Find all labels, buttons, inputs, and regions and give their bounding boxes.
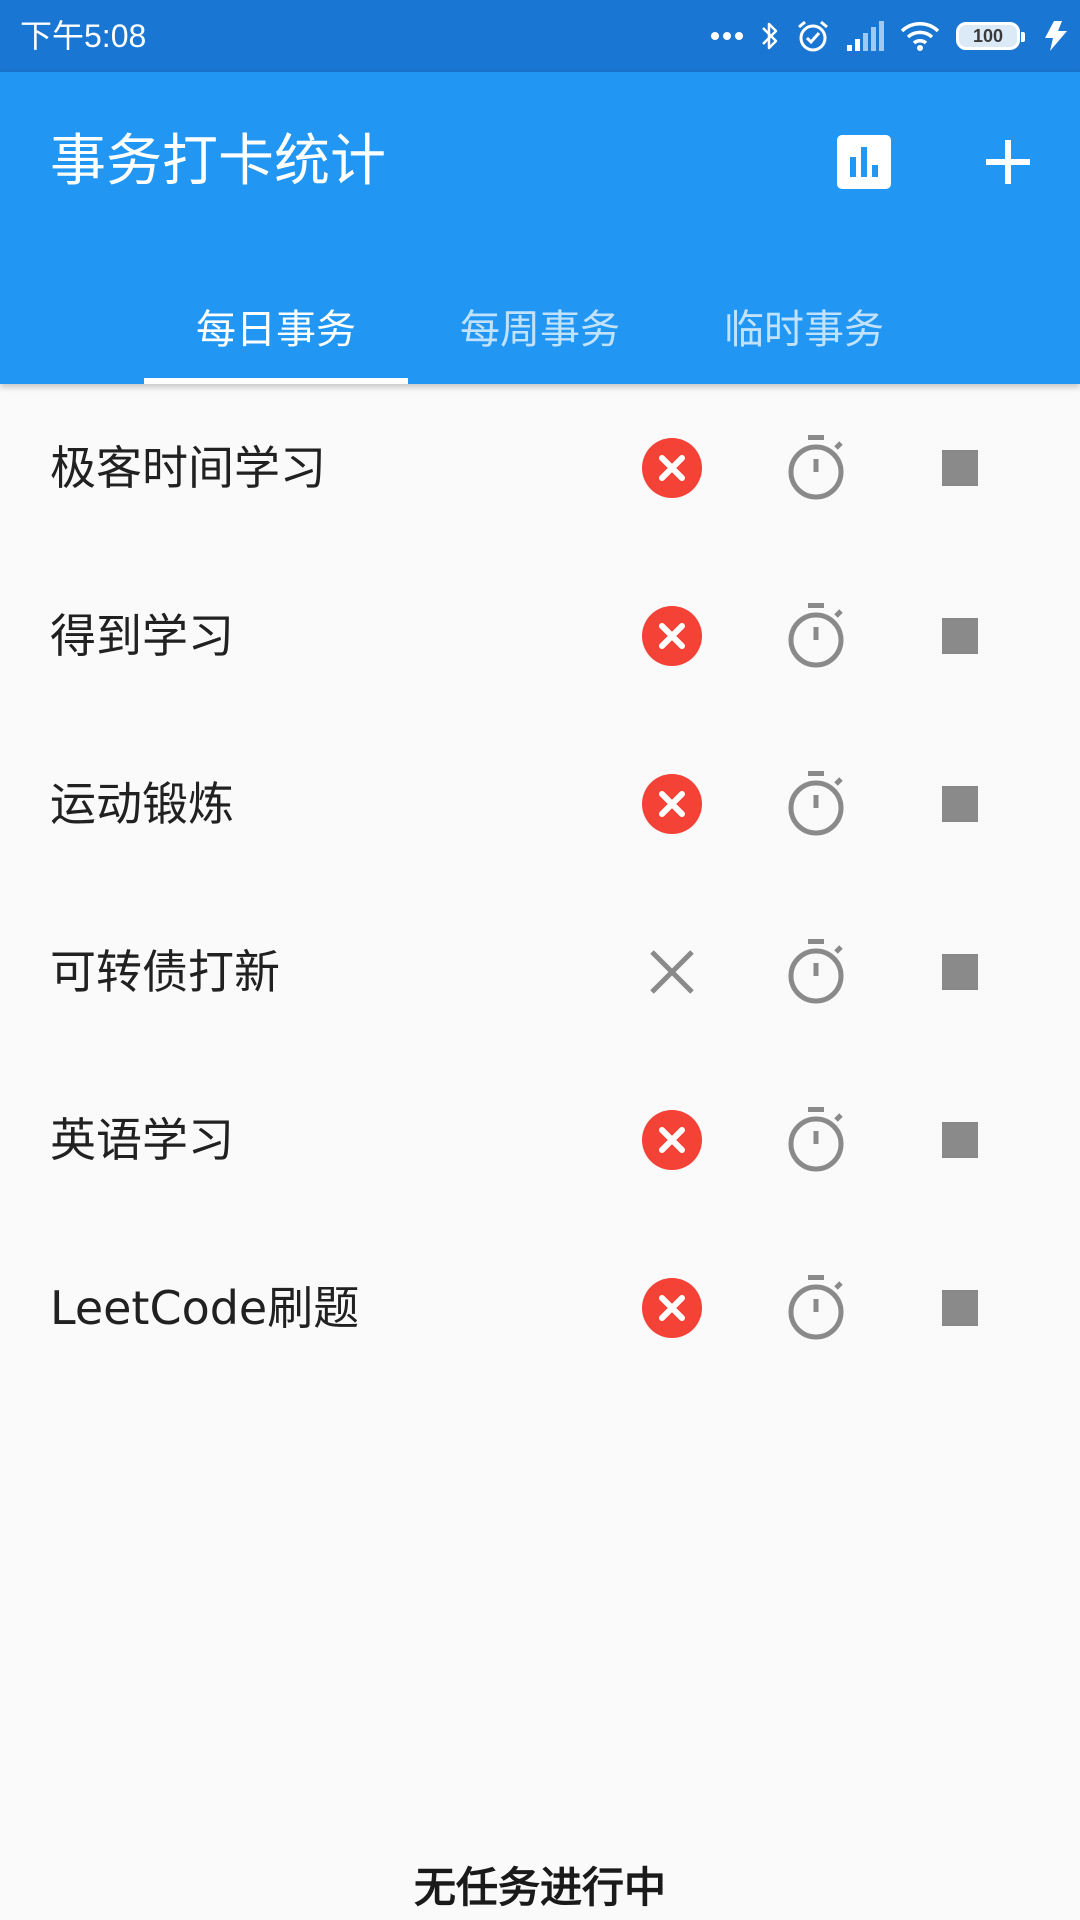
stop-button[interactable] bbox=[912, 588, 1008, 684]
wifi-icon bbox=[900, 21, 940, 51]
cancel-red-icon bbox=[642, 606, 702, 666]
cancel-button[interactable] bbox=[624, 588, 720, 684]
stop-icon bbox=[942, 450, 978, 486]
battery-level: 100 bbox=[972, 25, 1004, 46]
app-bar: 事务打卡统计 每日事务 每周事务 临时事务 bbox=[0, 72, 1080, 384]
running-task-status: 无任务进行中 bbox=[413, 1863, 666, 1912]
alarm-icon bbox=[796, 19, 830, 53]
cancel-red-icon bbox=[642, 774, 702, 834]
stop-icon bbox=[942, 1290, 978, 1326]
tab-daily[interactable]: 每日事务 bbox=[144, 268, 408, 384]
stop-button[interactable] bbox=[912, 1260, 1008, 1356]
stop-icon bbox=[942, 618, 978, 654]
timer-button[interactable] bbox=[768, 1092, 864, 1188]
close-icon bbox=[650, 950, 694, 994]
timer-icon bbox=[788, 1107, 844, 1172]
cancel-button[interactable] bbox=[624, 1092, 720, 1188]
cancel-red-icon bbox=[642, 1278, 702, 1338]
stop-button[interactable] bbox=[912, 1092, 1008, 1188]
stop-button[interactable] bbox=[912, 924, 1008, 1020]
timer-icon bbox=[788, 1275, 844, 1340]
stop-icon bbox=[942, 954, 978, 990]
bar-chart-icon bbox=[837, 135, 891, 189]
task-name: 运动锻炼 bbox=[50, 777, 234, 831]
cancel-button[interactable] bbox=[624, 756, 720, 852]
list-item: 英语学习 bbox=[0, 1056, 1080, 1224]
cancel-button[interactable] bbox=[624, 420, 720, 516]
battery-icon: 100 bbox=[956, 22, 1025, 50]
task-name: 极客时间学习 bbox=[50, 441, 326, 495]
stop-icon bbox=[942, 1122, 978, 1158]
task-name: 可转债打新 bbox=[50, 945, 280, 999]
statistics-button[interactable] bbox=[816, 114, 912, 210]
list-item: 极客时间学习 bbox=[0, 384, 1080, 552]
timer-icon bbox=[788, 771, 844, 836]
tab-temporary[interactable]: 临时事务 bbox=[672, 268, 936, 384]
charging-icon bbox=[1042, 20, 1070, 52]
timer-button[interactable] bbox=[768, 420, 864, 516]
status-bar: 下午5:08 100 bbox=[0, 0, 1080, 72]
cancel-red-icon bbox=[642, 438, 702, 498]
timer-button[interactable] bbox=[768, 1260, 864, 1356]
cancel-red-icon bbox=[642, 1110, 702, 1170]
cancel-button[interactable] bbox=[624, 924, 720, 1020]
task-name: 英语学习 bbox=[50, 1113, 234, 1167]
list-item: LeetCode刷题 bbox=[0, 1224, 1080, 1392]
task-name: LeetCode刷题 bbox=[50, 1281, 360, 1335]
timer-button[interactable] bbox=[768, 924, 864, 1020]
page-title: 事务打卡统计 bbox=[50, 129, 386, 194]
add-icon bbox=[986, 140, 1030, 184]
task-name: 得到学习 bbox=[50, 609, 234, 663]
timer-icon bbox=[788, 939, 844, 1004]
tab-weekly[interactable]: 每周事务 bbox=[408, 268, 672, 384]
stop-button[interactable] bbox=[912, 756, 1008, 852]
timer-icon bbox=[788, 435, 844, 500]
timer-button[interactable] bbox=[768, 588, 864, 684]
task-list: 极客时间学习 得到学习 运动锻炼 可转债打新 英语学习 LeetCode刷题 bbox=[0, 384, 1080, 1392]
more-dots-icon bbox=[710, 31, 744, 41]
tab-bar: 每日事务 每周事务 临时事务 bbox=[144, 268, 936, 384]
timer-icon bbox=[788, 603, 844, 668]
list-item: 运动锻炼 bbox=[0, 720, 1080, 888]
status-icons: 100 bbox=[710, 16, 1070, 56]
cancel-button[interactable] bbox=[624, 1260, 720, 1356]
list-item: 得到学习 bbox=[0, 552, 1080, 720]
status-time: 下午5:08 bbox=[20, 18, 147, 54]
list-item: 可转债打新 bbox=[0, 888, 1080, 1056]
timer-button[interactable] bbox=[768, 756, 864, 852]
stop-icon bbox=[942, 786, 978, 822]
bluetooth-icon bbox=[760, 19, 780, 53]
stop-button[interactable] bbox=[912, 420, 1008, 516]
signal-icon bbox=[846, 21, 884, 51]
add-task-button[interactable] bbox=[960, 114, 1056, 210]
